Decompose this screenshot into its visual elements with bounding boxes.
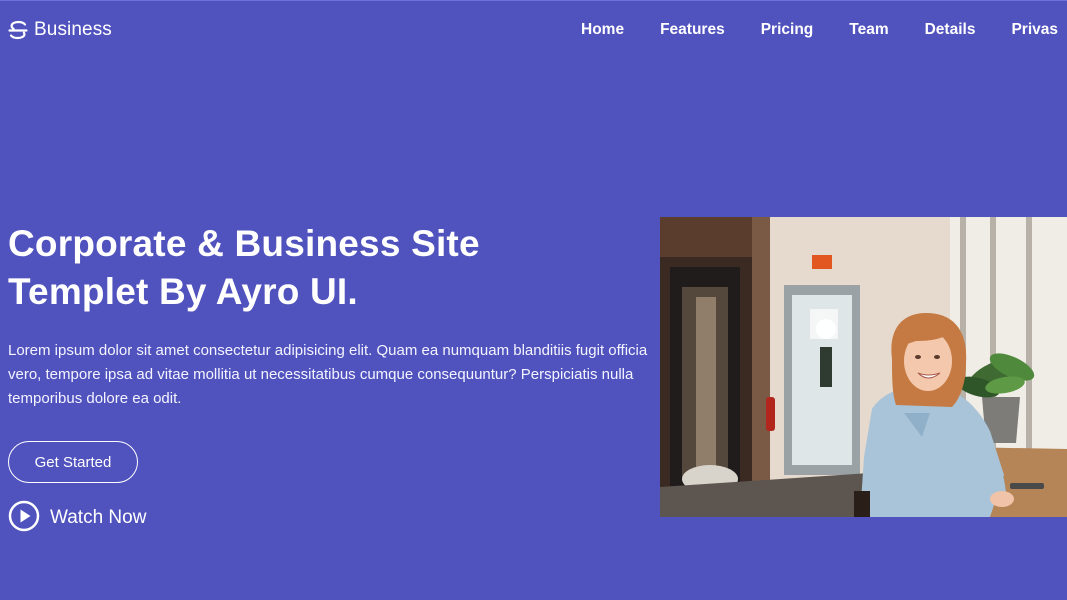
get-started-button[interactable]: Get Started — [8, 441, 138, 483]
nav-item-home[interactable]: Home — [581, 21, 624, 39]
hero-description: Lorem ipsum dolor sit amet consectetur a… — [8, 342, 648, 407]
main-nav: Home Features Pricing Team Details Priva… — [581, 19, 1058, 41]
nav-item-features[interactable]: Features — [660, 21, 725, 39]
nav-item-team[interactable]: Team — [849, 21, 888, 39]
play-circle-icon — [8, 500, 40, 537]
nav-item-details[interactable]: Details — [925, 21, 976, 39]
hero-title: Corporate & Business Site Templet By Ayr… — [8, 220, 628, 316]
top-border — [0, 0, 1067, 1]
nav-item-privas[interactable]: Privas — [1011, 21, 1058, 39]
watch-now-label: Watch Now — [50, 507, 147, 528]
hero-title-line2: Templet By Ayro UI. — [8, 271, 358, 312]
hero-title-line1: Corporate & Business Site — [8, 223, 480, 264]
nav-item-pricing[interactable]: Pricing — [761, 21, 814, 39]
watch-now-link[interactable]: Watch Now — [8, 500, 147, 537]
hero-image — [660, 217, 1067, 517]
logo-icon — [8, 20, 28, 40]
brand-logo[interactable]: Business — [8, 18, 112, 42]
brand-name: Business — [34, 19, 112, 40]
